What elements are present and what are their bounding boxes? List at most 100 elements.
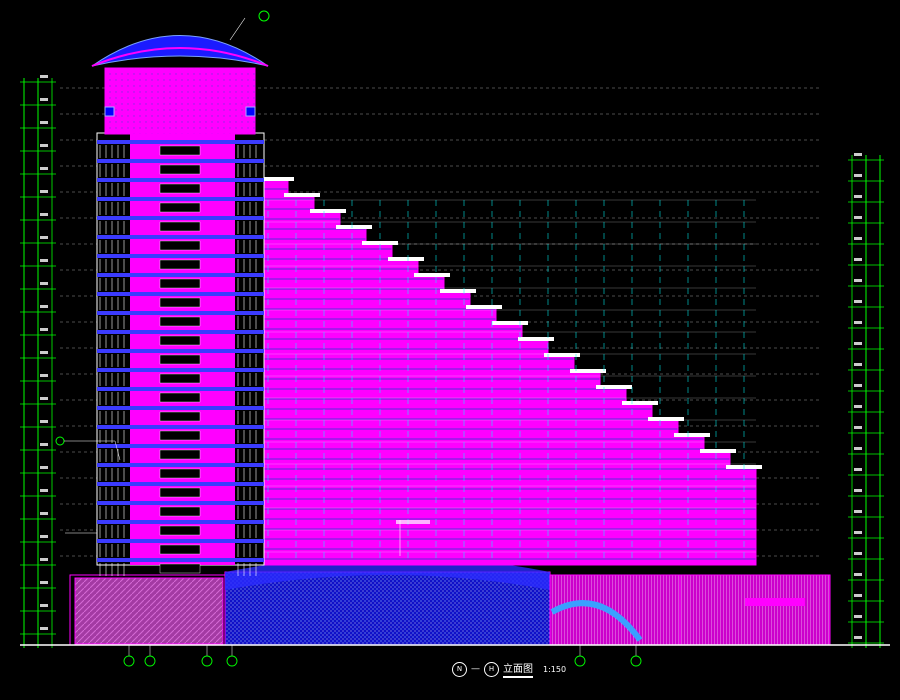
tower-window (159, 449, 201, 460)
dim-label-mark (854, 279, 862, 282)
tower-window (159, 525, 201, 536)
dim-label-mark (40, 121, 48, 124)
dim-label-mark (854, 594, 862, 597)
dim-label-mark (40, 282, 48, 285)
tower-window (159, 487, 201, 498)
floor-slab (97, 330, 264, 334)
dim-label-mark (854, 216, 862, 219)
axis-bubble (201, 655, 213, 667)
axis-bubble (574, 655, 586, 667)
tower-window (159, 430, 201, 441)
tower-window (159, 240, 201, 251)
tower-window (159, 297, 201, 308)
dim-label-mark (40, 259, 48, 262)
floor-slab (97, 482, 264, 486)
dim-label-mark (854, 426, 862, 429)
stepped-wing (258, 177, 762, 566)
dim-label-mark (40, 627, 48, 630)
balcony-rail (648, 417, 684, 421)
axis-bubble (144, 655, 156, 667)
balcony-rail (492, 321, 528, 325)
tower-window (159, 145, 201, 156)
title-axis-from: N (452, 661, 467, 677)
balcony-rail (388, 257, 424, 261)
dim-label-mark (854, 195, 862, 198)
tower-crown (91, 10, 270, 135)
elevation-drawing (20, 10, 890, 667)
dim-label-mark (40, 351, 48, 354)
floor-slab (97, 235, 264, 239)
floor-slab (97, 406, 264, 410)
floor-slab (97, 463, 264, 467)
drawing-scale: 1:150 (543, 664, 567, 674)
tower-window (159, 183, 201, 194)
floor-slab (97, 254, 264, 258)
balcony-rail (596, 385, 632, 389)
floor-slab (97, 444, 264, 448)
left-dimension-chain (20, 75, 56, 648)
tower-window (159, 544, 201, 555)
dim-label-mark (40, 213, 48, 216)
dim-label-mark (40, 98, 48, 101)
floor-slab (97, 368, 264, 372)
dim-label-mark (854, 573, 862, 576)
dim-label-mark (40, 374, 48, 377)
dim-label-mark (40, 466, 48, 469)
tower-window (159, 278, 201, 289)
floor-slab (97, 387, 264, 391)
tower-window (159, 506, 201, 517)
balcony-rail (336, 225, 372, 229)
dim-label-mark (40, 144, 48, 147)
dim-label-mark (40, 397, 48, 400)
floor-slab (97, 425, 264, 429)
balcony-rail (310, 209, 346, 213)
floor-slab (97, 159, 264, 163)
balcony-rail (570, 369, 606, 373)
drawing-title-block: N — H 立面图 1:150 (452, 660, 566, 678)
floor-slab (97, 273, 264, 277)
dim-label-mark (40, 443, 48, 446)
dim-label-mark (854, 468, 862, 471)
dim-label-mark (854, 237, 862, 240)
tower-window (159, 335, 201, 346)
floor-slab (97, 349, 264, 353)
tower-window (159, 354, 201, 365)
drawing-title: 立面图 (503, 660, 533, 678)
floor-slab (97, 178, 264, 182)
axis-bubble (630, 655, 642, 667)
floor-slab (97, 558, 264, 562)
dim-label-mark (40, 558, 48, 561)
floor-slab (97, 197, 264, 201)
title-dash: — (471, 664, 480, 674)
dim-label-mark (854, 384, 862, 387)
dim-label-mark (854, 300, 862, 303)
dim-label-mark (40, 581, 48, 584)
dim-label-mark (854, 489, 862, 492)
axis-bubble (123, 655, 135, 667)
balcony-rail (414, 273, 450, 277)
tower-window (159, 373, 201, 384)
balcony-rail (622, 401, 658, 405)
dim-label-mark (40, 535, 48, 538)
dim-label-mark (854, 615, 862, 618)
title-axis-to: H (484, 661, 499, 677)
balcony-rail (674, 433, 710, 437)
dim-label-mark (854, 321, 862, 324)
dim-label-mark (854, 552, 862, 555)
balcony-rail (440, 289, 476, 293)
dim-label-mark (40, 305, 48, 308)
floor-slab (97, 140, 264, 144)
floor-slab (97, 311, 264, 315)
tower-window (159, 468, 201, 479)
tower-window (159, 316, 201, 327)
tower-window (159, 221, 201, 232)
tower-window (159, 259, 201, 270)
balcony-rail (700, 449, 736, 453)
axis-bubble (226, 655, 238, 667)
right-dimension-chain (848, 153, 884, 648)
dim-label-mark (40, 167, 48, 170)
balcony-rail (544, 353, 580, 357)
dim-label-mark (854, 342, 862, 345)
dim-label-mark (40, 512, 48, 515)
dim-label-mark (40, 190, 48, 193)
